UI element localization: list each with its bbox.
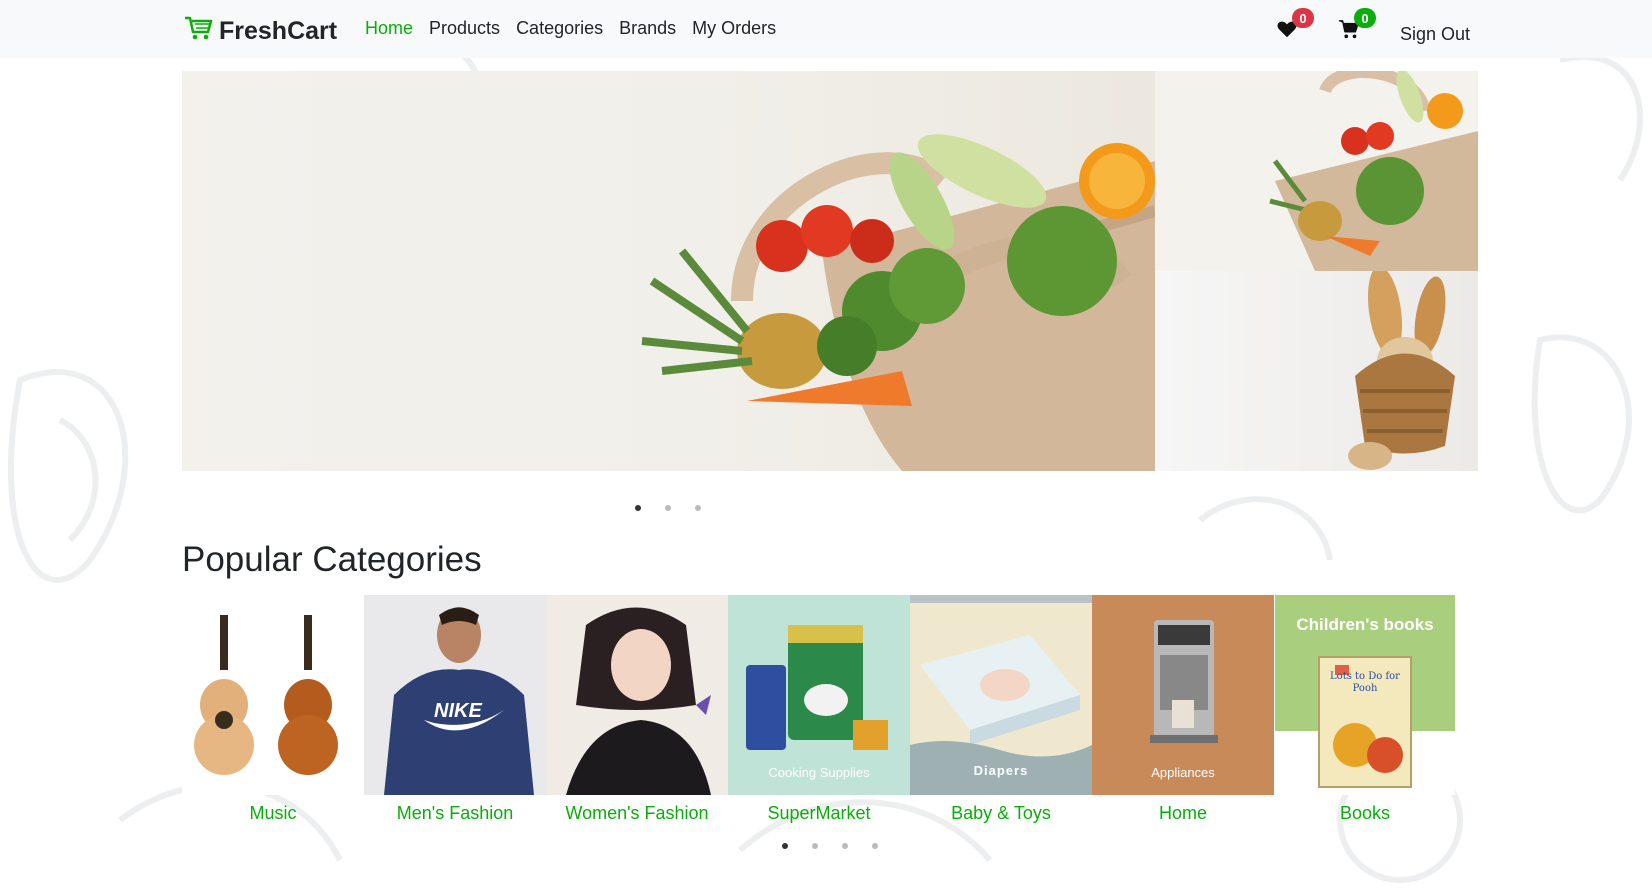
brand-name: FreshCart	[219, 17, 338, 45]
category-overlay-text: Appliances	[1151, 765, 1215, 780]
slider-dot[interactable]	[812, 843, 818, 849]
categories-carousel: Music NIKE Men's Fashion Women's Fashion	[182, 595, 1456, 824]
hero-slide-side-bottom[interactable]	[1155, 271, 1478, 471]
category-card-mens-fashion[interactable]: NIKE Men's Fashion	[364, 595, 546, 824]
slider-dot[interactable]	[635, 505, 641, 511]
slider-dot[interactable]	[695, 505, 701, 511]
nav-links: Home Products Categories Brands My Order…	[365, 18, 776, 39]
slider-dot[interactable]	[842, 843, 848, 849]
svg-text:NIKE: NIKE	[434, 700, 482, 722]
nav-link-brands[interactable]: Brands	[619, 18, 676, 39]
category-card-baby-toys[interactable]: Diapers Baby & Toys	[910, 595, 1092, 824]
brand-logo[interactable]: FreshCart	[183, 14, 337, 49]
category-card-home[interactable]: Appliances Home	[1092, 595, 1274, 824]
category-overlay-text: Cooking Supplies	[768, 765, 870, 780]
woman-portrait-icon	[566, 607, 711, 795]
category-card-supermarket[interactable]: Cooking Supplies SuperMarket	[728, 595, 910, 824]
category-card-books[interactable]: Children's books Lots to Do for Pooh Boo…	[1274, 595, 1456, 824]
cart-count-badge: 0	[1353, 8, 1376, 28]
slider-dot[interactable]	[665, 505, 671, 511]
wishlist-button[interactable]: 0	[1276, 8, 1316, 50]
slider-dot[interactable]	[782, 843, 788, 849]
hero-slide-main[interactable]	[182, 71, 1155, 471]
hero-slide-side-top[interactable]	[1155, 71, 1478, 271]
cart-button[interactable]: 0	[1338, 8, 1378, 50]
category-label: Women's Fashion	[565, 803, 709, 823]
nav-link-my-orders[interactable]: My Orders	[692, 18, 776, 39]
category-card-music[interactable]: Music	[182, 595, 364, 824]
bread-basket-icon	[1348, 271, 1455, 470]
category-label: Music	[249, 803, 297, 823]
hero-slider-dots	[635, 505, 701, 511]
navbar: FreshCart Home Products Categories Brand…	[0, 0, 1652, 58]
category-card-womens-fashion[interactable]: Women's Fashion	[546, 595, 728, 824]
hoodie-icon: NIKE	[384, 607, 534, 795]
wishlist-count-badge: 0	[1291, 8, 1314, 28]
categories-slider-dots	[782, 843, 878, 849]
cart-logo-icon	[183, 14, 213, 49]
sign-out-link[interactable]: Sign Out	[1400, 24, 1470, 45]
category-label: Home	[1158, 803, 1207, 823]
grocery-bag-icon	[1269, 71, 1478, 271]
category-label: SuperMarket	[767, 803, 871, 823]
category-label: Books	[1339, 803, 1391, 823]
nav-link-home[interactable]: Home	[365, 18, 413, 39]
book-title: Lots to Do for Pooh	[1330, 671, 1400, 694]
nav-link-products[interactable]: Products	[429, 18, 500, 39]
section-title: Popular Categories	[182, 540, 482, 579]
slider-dot[interactable]	[872, 843, 878, 849]
category-label: Men's Fashion	[396, 803, 514, 823]
nav-link-categories[interactable]: Categories	[516, 18, 603, 39]
category-label: Baby & Toys	[951, 803, 1051, 823]
book-icon	[1318, 656, 1412, 788]
category-overlay-text: Diapers	[973, 763, 1029, 778]
grocery-bag-icon	[641, 134, 1155, 471]
nav-actions: 0 0 Sign Out	[1276, 8, 1470, 50]
guitar-icon	[194, 615, 338, 775]
